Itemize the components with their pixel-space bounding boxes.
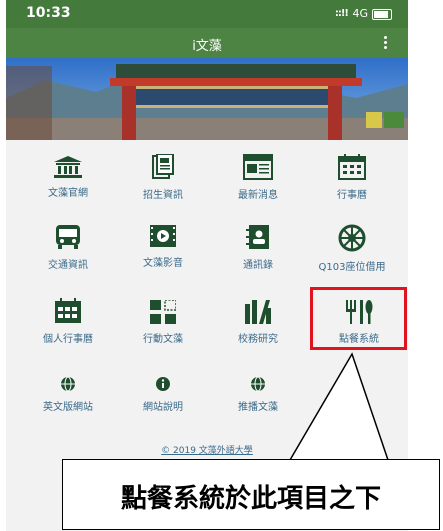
callout-text: 點餐系統於此項目之下 [120,484,381,514]
callout-pointer [289,352,389,461]
callout-box: 點餐系統於此項目之下 [62,459,440,530]
